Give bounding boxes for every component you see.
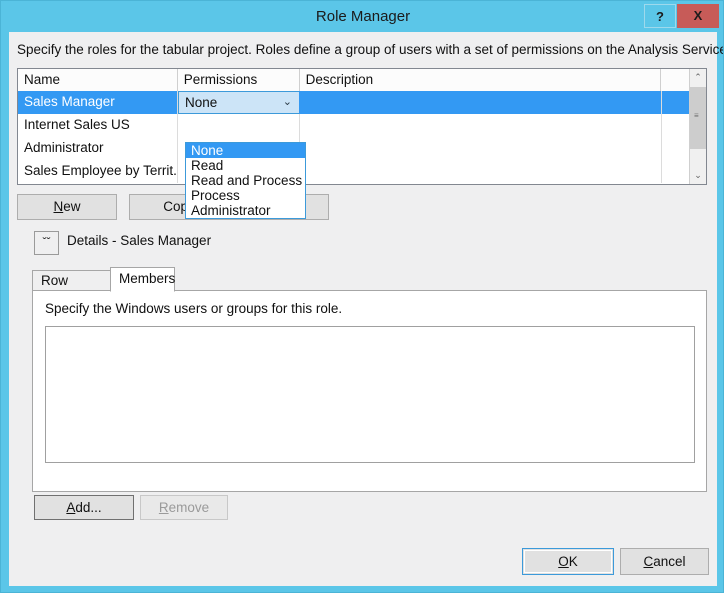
dialog-client-area: Specify the roles for the tabular projec… bbox=[9, 32, 717, 586]
dropdown-option-administrator[interactable]: Administrator bbox=[186, 203, 305, 218]
tab-members[interactable]: Members bbox=[110, 267, 175, 292]
cancel-button[interactable]: Cancel bbox=[620, 548, 709, 575]
remove-button-label: emove bbox=[169, 500, 210, 515]
cell-name: Internet Sales US bbox=[18, 114, 178, 137]
scroll-up-icon[interactable]: ⌃ bbox=[690, 69, 706, 86]
tab-row-filters[interactable]: Row Filters bbox=[32, 270, 111, 291]
members-instruction: Specify the Windows users or groups for … bbox=[45, 301, 342, 316]
cell-permissions: None ⌄ bbox=[178, 91, 300, 114]
details-expander-button[interactable]: ˇˇ bbox=[34, 231, 59, 255]
add-button[interactable]: Add... bbox=[34, 495, 134, 520]
cell-name: Sales Employee by Territ... bbox=[18, 160, 178, 183]
cell-extra bbox=[662, 91, 691, 114]
intro-text: Specify the roles for the tabular projec… bbox=[17, 42, 724, 57]
remove-button-accel: R bbox=[159, 500, 169, 515]
window-title: Role Manager bbox=[1, 1, 724, 32]
cell-extra bbox=[662, 160, 691, 183]
cell-name: Administrator bbox=[18, 137, 178, 160]
ok-button-label: K bbox=[569, 554, 578, 569]
table-row[interactable]: Sales Manager None ⌄ bbox=[18, 91, 706, 114]
cell-description bbox=[300, 137, 662, 160]
chevron-double-down-icon: ˇˇ bbox=[43, 235, 51, 249]
column-header-permissions[interactable]: Permissions bbox=[178, 69, 300, 91]
column-header-description[interactable]: Description bbox=[300, 69, 661, 91]
new-button-label: ew bbox=[63, 199, 80, 214]
cell-extra bbox=[662, 114, 691, 137]
grid-body: Sales Manager None ⌄ Internet Sales US bbox=[18, 91, 706, 184]
new-button[interactable]: New bbox=[17, 194, 117, 220]
permissions-combobox[interactable]: None ⌄ bbox=[178, 91, 300, 114]
table-row[interactable]: Sales Employee by Territ... bbox=[18, 160, 706, 183]
cell-description bbox=[300, 114, 662, 137]
chevron-down-icon: ⌄ bbox=[283, 92, 292, 113]
grid-header-row: Name Permissions Description bbox=[18, 69, 706, 91]
grid-vertical-scrollbar[interactable]: ⌃ ≡ ⌄ bbox=[689, 69, 706, 184]
cell-extra bbox=[662, 137, 691, 160]
ok-button-accel: O bbox=[558, 554, 569, 569]
scrollbar-thumb[interactable]: ≡ bbox=[690, 87, 706, 149]
cancel-button-label: ancel bbox=[653, 554, 685, 569]
cell-description bbox=[300, 160, 662, 183]
dropdown-option-process[interactable]: Process bbox=[186, 188, 305, 203]
cancel-button-accel: C bbox=[643, 554, 653, 569]
add-button-label: dd... bbox=[75, 500, 101, 515]
permissions-combobox-value: None bbox=[185, 95, 217, 110]
title-bar: Role Manager ? X bbox=[1, 1, 724, 32]
members-listbox[interactable] bbox=[45, 326, 695, 463]
table-row[interactable]: Administrator bbox=[18, 137, 706, 160]
column-header-extra[interactable] bbox=[661, 69, 690, 91]
tab-page-members: Specify the Windows users or groups for … bbox=[32, 290, 707, 492]
close-button[interactable]: X bbox=[677, 4, 719, 28]
cell-permissions bbox=[178, 114, 300, 137]
new-button-accel: N bbox=[53, 199, 63, 214]
cell-description bbox=[300, 91, 662, 114]
help-button[interactable]: ? bbox=[644, 4, 676, 28]
remove-button[interactable]: Remove bbox=[140, 495, 228, 520]
dropdown-option-read-and-process[interactable]: Read and Process bbox=[186, 173, 305, 188]
permissions-dropdown-list[interactable]: None Read Read and Process Process Admin… bbox=[185, 142, 306, 219]
role-manager-dialog: Role Manager ? X Specify the roles for t… bbox=[0, 0, 724, 593]
ok-button[interactable]: OK bbox=[522, 548, 614, 575]
roles-grid: Name Permissions Description Sales Manag… bbox=[17, 68, 707, 185]
cell-name: Sales Manager bbox=[18, 91, 178, 114]
scroll-down-icon[interactable]: ⌄ bbox=[690, 167, 706, 184]
column-header-name[interactable]: Name bbox=[18, 69, 178, 91]
table-row[interactable]: Internet Sales US bbox=[18, 114, 706, 137]
dropdown-option-none[interactable]: None bbox=[186, 143, 305, 158]
add-button-accel: A bbox=[66, 500, 75, 515]
scrollbar-grip-icon: ≡ bbox=[694, 114, 702, 117]
dropdown-option-read[interactable]: Read bbox=[186, 158, 305, 173]
details-label: Details - Sales Manager bbox=[67, 233, 211, 248]
